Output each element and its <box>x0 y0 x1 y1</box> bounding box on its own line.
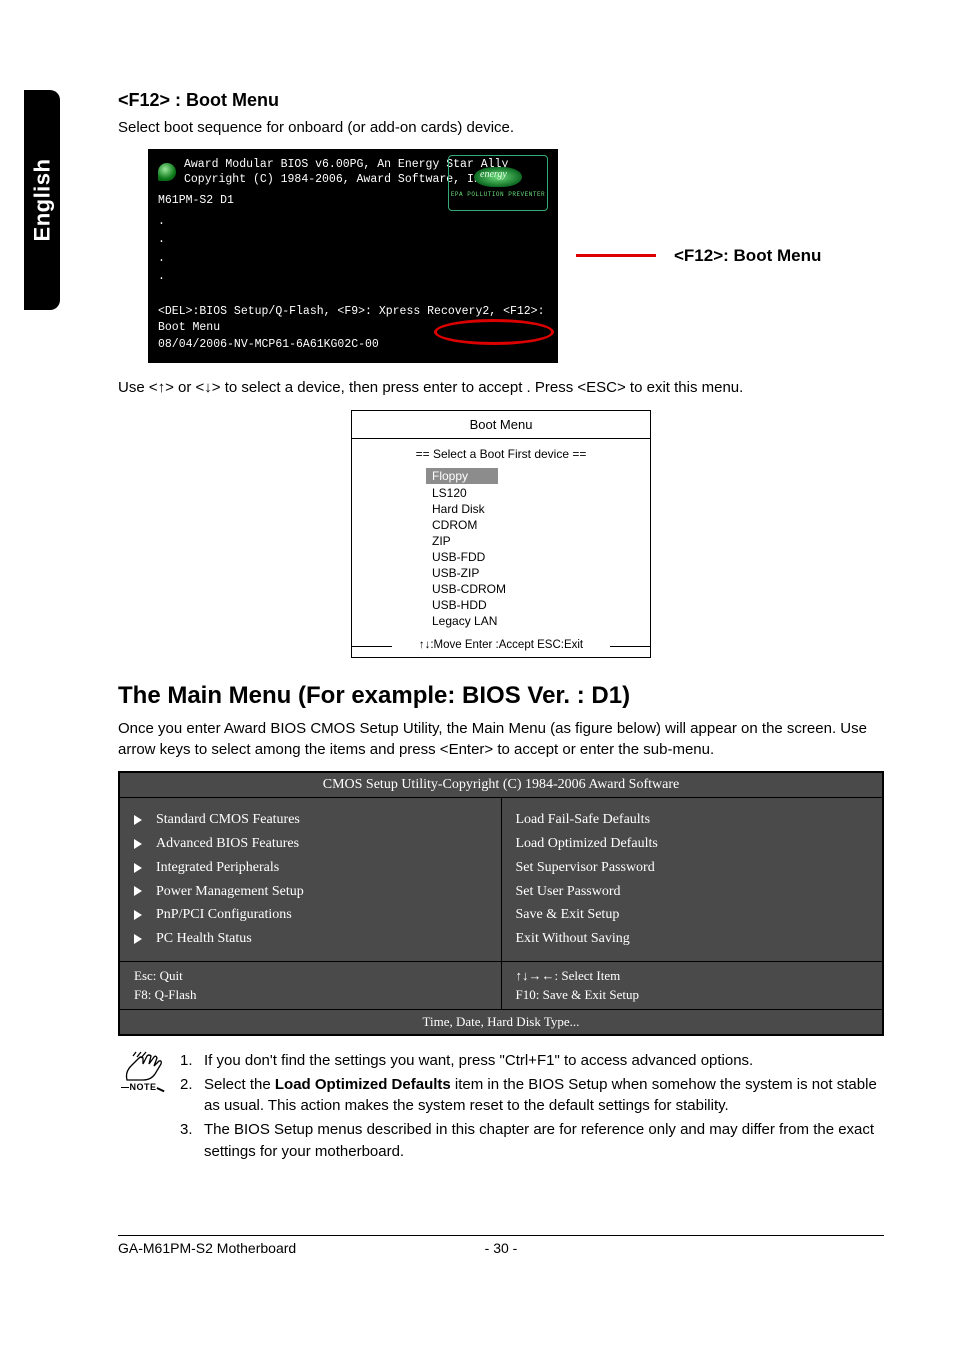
boot-device-item: ZIP <box>432 533 650 549</box>
f12-section-desc: Select boot sequence for onboard (or add… <box>118 117 884 139</box>
boot-device-item: LS120 <box>432 485 650 501</box>
boot-menu-footer: ↑↓:Move Enter :Accept ESC:Exit <box>352 635 650 657</box>
note-text: If you don't find the settings you want,… <box>204 1050 753 1072</box>
cmos-menu-item: PnP/PCI Configurations <box>134 903 487 927</box>
energy-star-icon <box>474 167 522 187</box>
cmos-help-arrows: ↑↓→←: Select Item <box>516 966 869 986</box>
note-item: 1. If you don't find the settings you wan… <box>180 1050 884 1072</box>
boot-device-item: USB-ZIP <box>432 565 650 581</box>
bios-bottom-keys-a: <DEL>:BIOS Setup/Q-Flash, <F9>: Xpress R… <box>158 305 496 318</box>
boot-device-item: Hard Disk <box>432 501 650 517</box>
red-callout-line <box>576 254 656 257</box>
energy-star-badge: EPA POLLUTION PREVENTER <box>448 155 548 211</box>
boot-menu-box: Boot Menu == Select a Boot First device … <box>351 410 651 658</box>
cmos-menu-item: Load Fail-Safe Defaults <box>516 808 869 832</box>
boot-menu-subtitle: == Select a Boot First device == <box>352 439 650 467</box>
boot-instruction: Use <↑> or <↓> to select a device, then … <box>118 379 884 396</box>
main-menu-desc: Once you enter Award BIOS CMOS Setup Uti… <box>118 718 884 762</box>
boot-device-item: Floppy <box>432 467 650 485</box>
cmos-title: CMOS Setup Utility-Copyright (C) 1984-20… <box>120 773 882 798</box>
triangle-icon <box>134 815 142 825</box>
note-item: 2.Select the Load Optimized Defaults ite… <box>180 1074 884 1118</box>
cmos-menu-item: Standard CMOS Features <box>134 808 487 832</box>
cmos-menu-item: Integrated Peripherals <box>134 856 487 880</box>
cmos-menu-item: Save & Exit Setup <box>516 903 869 927</box>
cmos-right-col: Load Fail-Safe DefaultsLoad Optimized De… <box>502 798 883 961</box>
cmos-help-esc: Esc: Quit <box>134 966 487 986</box>
cmos-menu-label: Power Management Setup <box>156 880 304 904</box>
cmos-menu-label: Advanced BIOS Features <box>156 832 299 856</box>
triangle-icon <box>134 934 142 944</box>
note-list: 1. If you don't find the settings you wan… <box>180 1050 884 1165</box>
triangle-icon <box>134 839 142 849</box>
cmos-menu-label: PC Health Status <box>156 927 252 951</box>
boot-device-item: Legacy LAN <box>432 613 650 629</box>
note-number: 1. <box>180 1050 198 1072</box>
boot-menu-title: Boot Menu <box>352 411 650 439</box>
note-hand-icon <box>121 1050 165 1084</box>
note-number: 2. <box>180 1074 198 1118</box>
cmos-menu-item: Set User Password <box>516 880 869 904</box>
triangle-icon <box>134 886 142 896</box>
bios-dots: .... <box>158 213 548 287</box>
cmos-menu-item: Power Management Setup <box>134 880 487 904</box>
cmos-menu-item: Load Optimized Defaults <box>516 832 869 856</box>
note-block: NOTE 1. If you don't find the settings yo… <box>118 1050 884 1165</box>
cmos-menu-item: PC Health Status <box>134 927 487 951</box>
note-number: 3. <box>180 1119 198 1163</box>
cmos-menu-label: Standard CMOS Features <box>156 808 300 832</box>
bios-post-screen: Award Modular BIOS v6.00PG, An Energy St… <box>148 149 558 363</box>
note-icon-col: NOTE <box>118 1050 168 1092</box>
page-footer: GA-M61PM-S2 Motherboard - 30 - <box>118 1235 884 1256</box>
note-item: 3.The BIOS Setup menus described in this… <box>180 1119 884 1163</box>
triangle-icon <box>134 910 142 920</box>
note-text: Select the Load Optimized Defaults item … <box>204 1074 884 1118</box>
cmos-setup-screen: CMOS Setup Utility-Copyright (C) 1984-20… <box>118 771 884 1036</box>
cmos-menu-label: Integrated Peripherals <box>156 856 279 880</box>
energy-star-subtext: EPA POLLUTION PREVENTER <box>451 191 545 198</box>
language-label: English <box>29 159 55 242</box>
bios-callout-row: Award Modular BIOS v6.00PG, An Energy St… <box>148 149 884 363</box>
bios-bottom-date: 08/04/2006-NV-MCP61-6A61KG02C-00 <box>158 338 379 351</box>
main-menu-title: The Main Menu (For example: BIOS Ver. : … <box>118 682 884 710</box>
boot-device-item: USB-CDROM <box>432 581 650 597</box>
note-label: NOTE <box>129 1082 156 1092</box>
cmos-menu-label: PnP/PCI Configurations <box>156 903 292 927</box>
cmos-menu-item: Advanced BIOS Features <box>134 832 487 856</box>
f12-callout-label: <F12>: Boot Menu <box>674 246 821 266</box>
triangle-icon <box>134 863 142 873</box>
footer-center: - 30 - <box>461 1240 541 1256</box>
cmos-footer: Time, Date, Hard Disk Type... <box>120 1010 882 1034</box>
award-logo-icon <box>158 163 176 181</box>
boot-device-item: USB-FDD <box>432 549 650 565</box>
cmos-menu-item: Exit Without Saving <box>516 927 869 951</box>
language-tab: English <box>24 90 60 310</box>
cmos-help-right: ↑↓→←: Select Item F10: Save & Exit Setup <box>502 962 883 1009</box>
footer-left: GA-M61PM-S2 Motherboard <box>118 1240 461 1256</box>
footer-right <box>541 1240 884 1256</box>
boot-device-item: USB-HDD <box>432 597 650 613</box>
note-text: The BIOS Setup menus described in this c… <box>204 1119 884 1163</box>
boot-device-item: CDROM <box>432 517 650 533</box>
f12-section-title: <F12> : Boot Menu <box>118 90 884 111</box>
cmos-help-f10: F10: Save & Exit Setup <box>516 985 869 1005</box>
boot-device-list: FloppyLS120Hard DiskCDROMZIPUSB-FDDUSB-Z… <box>352 467 650 635</box>
cmos-help-f8: F8: Q-Flash <box>134 985 487 1005</box>
cmos-menu-item: Set Supervisor Password <box>516 856 869 880</box>
cmos-help-left: Esc: Quit F8: Q-Flash <box>120 962 502 1009</box>
cmos-left-col: Standard CMOS FeaturesAdvanced BIOS Feat… <box>120 798 502 961</box>
